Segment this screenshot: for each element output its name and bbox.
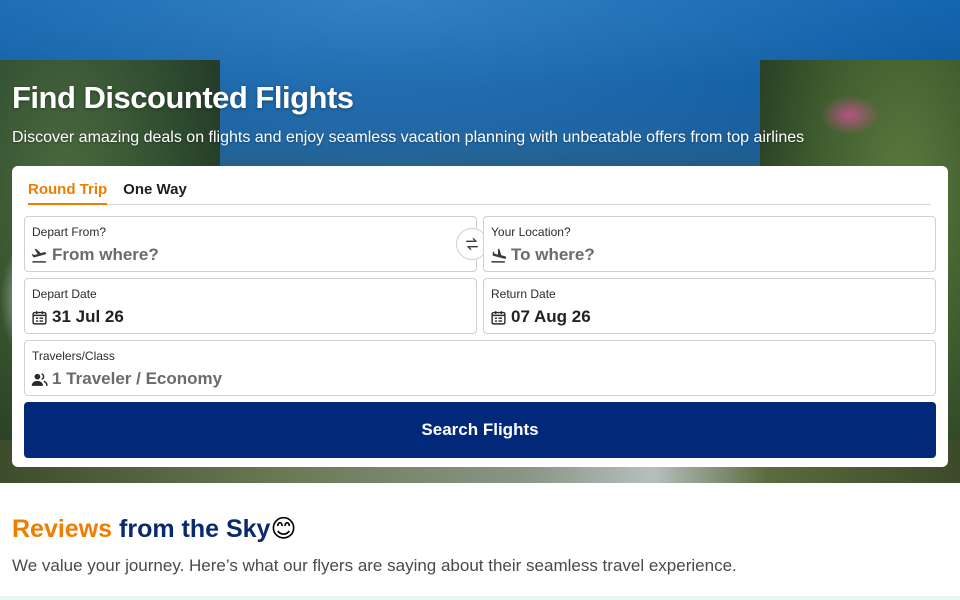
flight-search-card: Round Trip One Way Depart From? From whe…	[12, 166, 948, 467]
hero-title: Find Discounted Flights	[12, 80, 354, 115]
plane-landing-icon	[491, 248, 507, 263]
depart-date-field[interactable]: Depart Date 31 Jul 26	[24, 278, 477, 334]
hero-flowers	[820, 95, 880, 135]
hero-banner: Find Discounted Flights Discover amazing…	[0, 0, 960, 483]
depart-from-placeholder: From where?	[52, 245, 159, 264]
calendar-icon	[491, 310, 506, 325]
return-date-field[interactable]: Return Date 07 Aug 26	[483, 278, 936, 334]
users-icon	[31, 372, 48, 386]
depart-from-field[interactable]: Depart From? From where?	[24, 216, 477, 272]
travelers-class-field[interactable]: Travelers/Class 1 Traveler / Economy	[24, 340, 936, 396]
destination-label: Your Location?	[491, 225, 571, 239]
hero-subtitle: Discover amazing deals on flights and en…	[12, 129, 805, 146]
trip-type-tabs: Round Trip One Way	[28, 180, 931, 205]
destination-field[interactable]: Your Location? To where?	[483, 216, 936, 272]
destination-placeholder: To where?	[511, 245, 595, 264]
return-date-value: 07 Aug 26	[511, 307, 591, 326]
smile-emoji-icon: 😊	[270, 515, 297, 543]
return-date-label: Return Date	[491, 287, 556, 301]
tab-round-trip[interactable]: Round Trip	[28, 180, 108, 205]
depart-date-value: 31 Jul 26	[52, 307, 124, 326]
depart-from-label: Depart From?	[32, 225, 107, 239]
swap-arrows-icon	[466, 238, 478, 250]
tab-one-way[interactable]: One Way	[123, 180, 187, 205]
search-flights-button[interactable]: Search Flights	[24, 402, 936, 458]
travelers-class-label: Travelers/Class	[32, 349, 115, 363]
reviews-heading-rest: from the Sky	[119, 515, 271, 543]
calendar-icon	[32, 310, 47, 325]
travelers-class-value: 1 Traveler / Economy	[52, 369, 223, 388]
reviews-heading: Reviews from the Sky😊	[12, 514, 297, 544]
plane-takeoff-icon	[31, 248, 47, 263]
reviews-subtitle: We value your journey. Here’s what our f…	[12, 556, 737, 575]
reviews-heading-accent: Reviews	[12, 515, 113, 543]
section-divider	[0, 596, 960, 600]
depart-date-label: Depart Date	[32, 287, 97, 301]
